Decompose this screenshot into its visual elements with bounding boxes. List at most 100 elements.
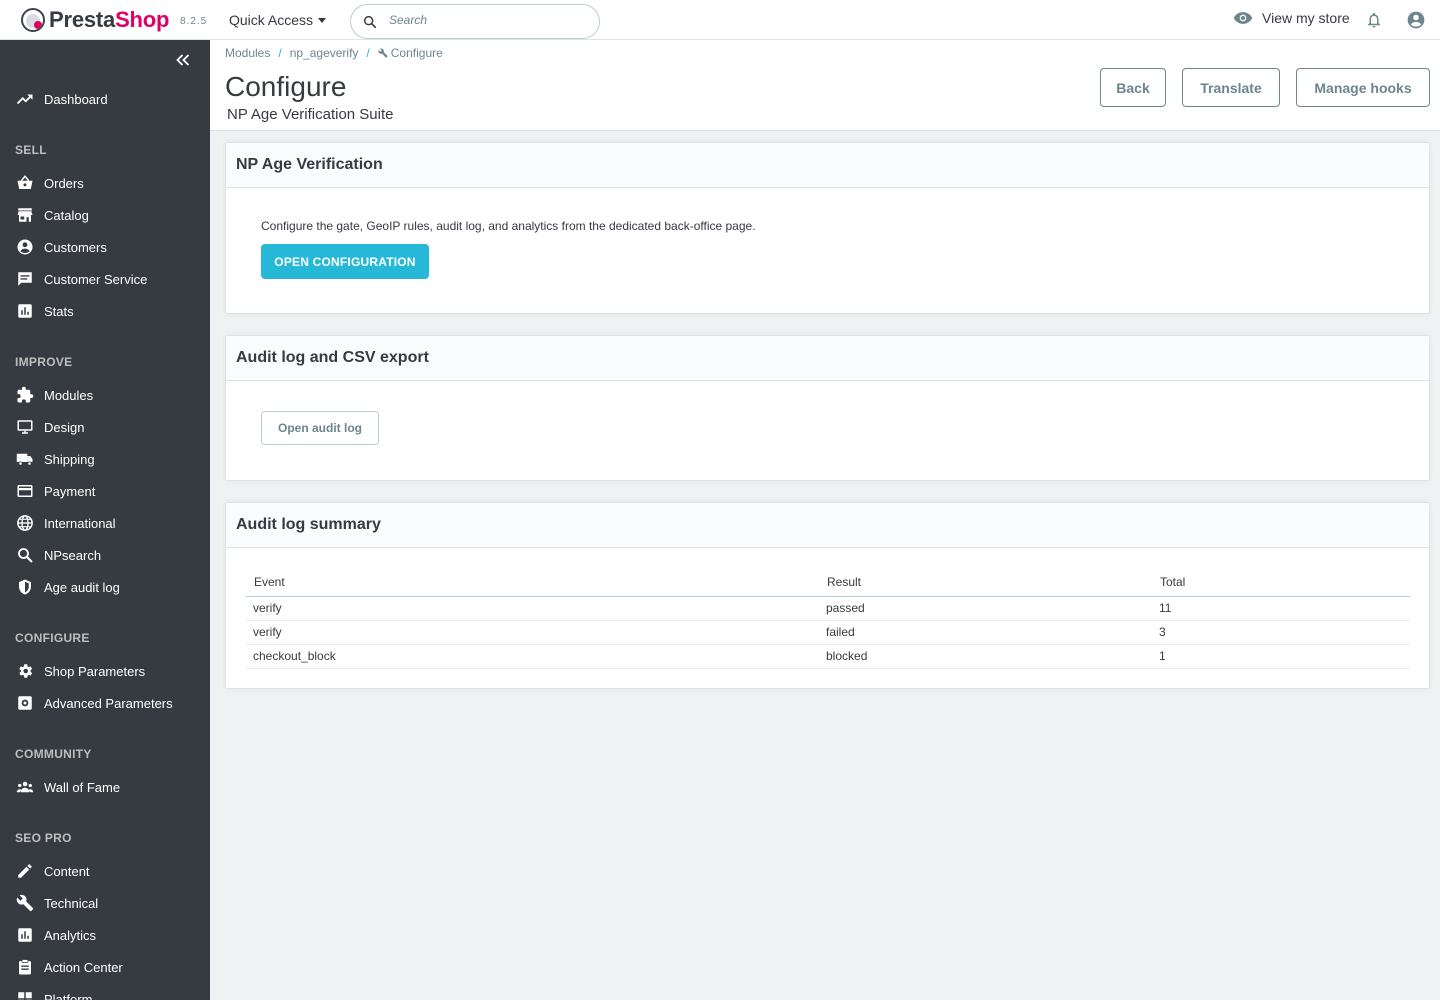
breadcrumb-current: Configure	[378, 46, 443, 60]
sidebar-item-orders[interactable]: Orders	[0, 167, 210, 199]
sidebar-item-label: Customers	[44, 239, 107, 255]
chat-icon	[18, 272, 32, 286]
sidebar-item-shop-parameters[interactable]: Shop Parameters	[0, 655, 210, 687]
store-icon	[17, 208, 33, 222]
breadcrumb: Modules / np_ageverify / Configure	[225, 46, 443, 60]
cell-event: checkout_block	[246, 644, 819, 669]
sidebar-item-label: Dashboard	[44, 91, 108, 107]
quick-access-label: Quick Access	[229, 12, 314, 28]
sidebar-item-label: Catalog	[44, 207, 89, 223]
sidebar-item-dashboard[interactable]: Dashboard	[0, 83, 210, 115]
sidebar-item-label: Stats	[44, 303, 74, 319]
cell-event: verify	[246, 596, 819, 621]
notifications-bell[interactable]	[1365, 10, 1383, 35]
sidebar: Dashboard SELL Orders Catalog Customers …	[0, 40, 210, 1000]
audit-log-summary-card: Audit log summary Event Result Total ver…	[225, 502, 1430, 689]
manage-hooks-button[interactable]: Manage hooks	[1296, 68, 1430, 107]
prestashop-logo[interactable]: PrestaShop	[21, 7, 169, 33]
double-chevron-left-icon	[176, 54, 190, 66]
cell-total: 3	[1152, 620, 1410, 645]
sidebar-item-action-center[interactable]: Action Center	[0, 951, 210, 983]
sidebar-item-label: Customer Service	[44, 271, 148, 287]
search-input[interactable]	[389, 13, 589, 27]
account-menu[interactable]	[1406, 10, 1426, 35]
sidebar-item-label: Wall of Fame	[44, 779, 121, 795]
logo-text-presta: Presta	[49, 7, 116, 32]
cell-total: 1	[1152, 644, 1410, 669]
table-row: verify failed 3	[246, 620, 1410, 645]
shield-icon	[19, 579, 31, 595]
sidebar-item-label: Content	[44, 863, 90, 879]
clipboard-icon	[19, 959, 31, 975]
sidebar-section-improve: IMPROVE	[15, 355, 73, 369]
sidebar-item-payment[interactable]: Payment	[0, 475, 210, 507]
search-icon	[363, 15, 377, 29]
card-title: Audit log summary	[226, 503, 1429, 548]
account-circle-icon	[1407, 11, 1425, 29]
back-button[interactable]: Back	[1100, 68, 1166, 107]
cell-result: blocked	[819, 644, 1152, 669]
sidebar-item-analytics[interactable]: Analytics	[0, 919, 210, 951]
search-icon	[18, 548, 33, 563]
table-header-row: Event Result Total	[246, 568, 1410, 597]
sidebar-item-label: NPsearch	[44, 547, 102, 563]
caret-down-icon	[318, 17, 327, 23]
breadcrumb-np-ageverify[interactable]: np_ageverify	[290, 46, 359, 60]
view-my-store-label: View my store	[1262, 10, 1350, 26]
open-configuration-button[interactable]: OPEN CONFIGURATION	[261, 244, 429, 279]
collapse-sidebar-button[interactable]	[176, 53, 190, 71]
sidebar-item-customers[interactable]: Customers	[0, 231, 210, 263]
breadcrumb-modules[interactable]: Modules	[225, 46, 270, 60]
column-header-result[interactable]: Result	[819, 568, 1152, 597]
globe-icon	[17, 515, 33, 531]
sidebar-item-npsearch[interactable]: NPsearch	[0, 539, 210, 571]
cell-total: 11	[1152, 596, 1410, 621]
breadcrumb-separator: /	[278, 46, 282, 60]
people-icon	[16, 781, 34, 793]
sidebar-item-label: Shipping	[44, 451, 95, 467]
bar-chart-icon	[18, 928, 32, 942]
card-title: NP Age Verification	[226, 143, 1429, 188]
column-header-event[interactable]: Event	[246, 568, 819, 597]
sidebar-item-customer-service[interactable]: Customer Service	[0, 263, 210, 295]
translate-button[interactable]: Translate	[1182, 68, 1280, 107]
sidebar-item-catalog[interactable]: Catalog	[0, 199, 210, 231]
sidebar-item-label: Platform	[44, 991, 93, 1000]
sidebar-item-modules[interactable]: Modules	[0, 379, 210, 411]
search-box[interactable]	[350, 4, 600, 39]
wrench-icon	[378, 48, 388, 58]
sidebar-item-platform[interactable]: Platform	[0, 983, 210, 1000]
sidebar-item-label: Analytics	[44, 927, 97, 943]
page-toolbar: Modules / np_ageverify / Configure Confi…	[210, 40, 1440, 131]
sidebar-item-label: Modules	[44, 387, 94, 403]
sidebar-item-age-audit-log[interactable]: Age audit log	[0, 571, 210, 603]
sidebar-item-label: Action Center	[44, 959, 123, 975]
eye-icon	[1233, 12, 1253, 24]
sidebar-item-label: Shop Parameters	[44, 663, 146, 679]
column-header-total[interactable]: Total	[1152, 568, 1410, 597]
sidebar-item-international[interactable]: International	[0, 507, 210, 539]
sidebar-section-sell: SELL	[15, 143, 47, 157]
sidebar-item-advanced-parameters[interactable]: Advanced Parameters	[0, 687, 210, 719]
desktop-icon	[17, 420, 33, 434]
sidebar-item-label: Age audit log	[44, 579, 120, 595]
platform-icon	[18, 992, 32, 1000]
page-title: Configure	[225, 71, 347, 102]
audit-log-export-card: Audit log and CSV export Open audit log	[225, 335, 1430, 481]
sidebar-item-technical[interactable]: Technical	[0, 887, 210, 919]
open-audit-log-button[interactable]: Open audit log	[261, 411, 379, 445]
sidebar-item-content[interactable]: Content	[0, 855, 210, 887]
page-subtitle: NP Age Verification Suite	[227, 106, 394, 123]
view-my-store-link[interactable]: View my store	[1233, 10, 1350, 26]
sidebar-item-label: Orders	[44, 175, 84, 191]
account-circle-icon	[17, 239, 33, 255]
np-age-verification-card: NP Age Verification Configure the gate, …	[225, 142, 1430, 314]
breadcrumb-separator: /	[366, 46, 370, 60]
sidebar-item-design[interactable]: Design	[0, 411, 210, 443]
sidebar-item-stats[interactable]: Stats	[0, 295, 210, 327]
sidebar-section-configure: CONFIGURE	[15, 631, 90, 645]
settings-applications-icon	[18, 696, 32, 710]
quick-access-dropdown[interactable]: Quick Access	[229, 12, 327, 28]
sidebar-item-wall-of-fame[interactable]: Wall of Fame	[0, 771, 210, 803]
sidebar-item-shipping[interactable]: Shipping	[0, 443, 210, 475]
